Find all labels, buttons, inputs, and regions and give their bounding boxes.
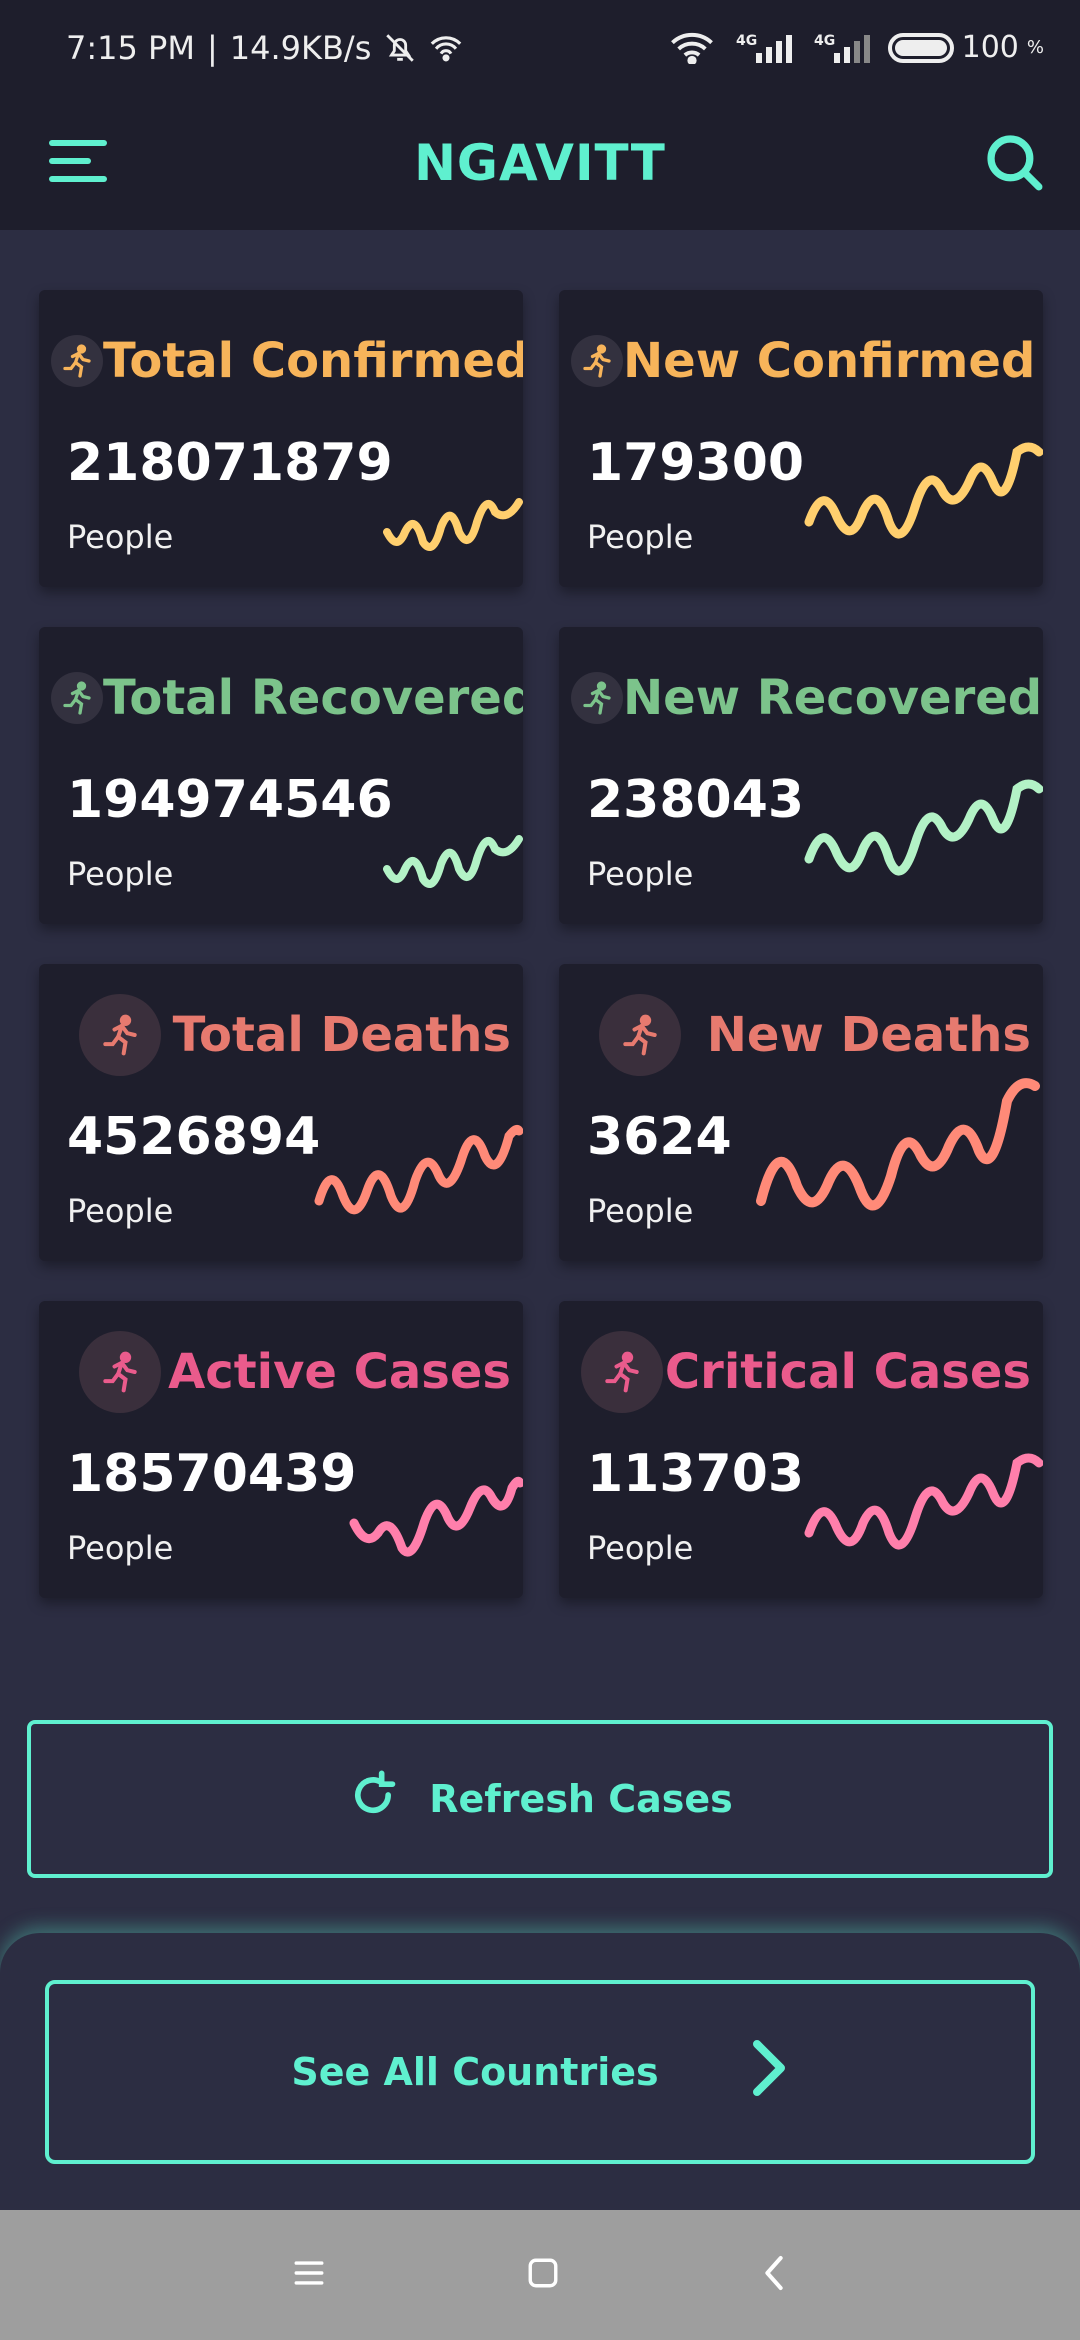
running-person-icon <box>51 672 103 724</box>
wifi-icon <box>670 32 714 64</box>
home-icon[interactable] <box>526 2256 560 2294</box>
chevron-right-icon <box>749 2038 789 2107</box>
refresh-label: Refresh Cases <box>429 1777 733 1821</box>
card-unit: People <box>67 518 174 556</box>
card-title: Total Confirmed <box>103 333 523 389</box>
recent-apps-icon[interactable] <box>292 2258 326 2292</box>
sparkline <box>349 1476 523 1557</box>
status-time: 7:15 PM <box>66 28 195 67</box>
card-title: Total Recovered <box>103 670 523 726</box>
back-icon[interactable] <box>760 2253 788 2297</box>
sparkline <box>804 779 1043 876</box>
card-new-recovered[interactable]: New Recovered 238043 People <box>559 627 1043 924</box>
running-person-icon <box>79 1331 161 1413</box>
sparkline <box>804 1453 1043 1550</box>
see-all-countries-button[interactable]: See All Countries <box>45 1980 1035 2164</box>
running-person-icon <box>571 335 623 387</box>
sparkline <box>383 498 523 551</box>
card-new-deaths[interactable]: New Deaths 3624 People <box>559 964 1043 1261</box>
search-icon[interactable] <box>982 130 1044 196</box>
card-critical-cases[interactable]: Critical Cases 113703 People <box>559 1301 1043 1598</box>
see-all-countries-label: See All Countries <box>291 2050 659 2094</box>
refresh-cases-button[interactable]: Refresh Cases <box>27 1720 1053 1878</box>
hamburger-icon[interactable] <box>48 136 108 190</box>
card-total-recovered[interactable]: Total Recovered 194974546 People <box>39 627 523 924</box>
signal-4g-icon-2: 4G <box>810 31 870 65</box>
running-person-icon <box>581 1331 663 1413</box>
card-unit: People <box>587 518 694 556</box>
card-title: Active Cases <box>168 1344 511 1400</box>
card-unit: People <box>67 855 174 893</box>
app-title: NGAVITT <box>414 133 666 192</box>
card-title: New Confirmed <box>623 333 1036 389</box>
sparkline <box>314 1124 523 1215</box>
network-label: 4G <box>736 33 757 49</box>
card-value: 3624 <box>587 1107 732 1167</box>
hotspot-icon <box>429 33 463 63</box>
battery-icon <box>887 32 954 63</box>
running-person-icon <box>51 335 103 387</box>
status-left: 7:15 PM | 14.9KB/s <box>66 29 463 67</box>
status-right: 4G 4G 100 % <box>670 30 1044 65</box>
card-active-cases[interactable]: Active Cases 18570439 People <box>39 1301 523 1598</box>
card-unit: People <box>587 1192 694 1230</box>
battery-percent: 100 <box>961 30 1019 65</box>
card-title: Total Deaths <box>172 1007 511 1063</box>
card-total-deaths[interactable]: Total Deaths 4526894 People <box>39 964 523 1261</box>
card-unit: People <box>587 1529 694 1567</box>
system-nav-bar <box>0 2210 1080 2340</box>
running-person-icon <box>599 994 681 1076</box>
stats-grid: Total Confirmed 218071879 People New Con… <box>39 290 1043 1598</box>
status-separator: | <box>206 28 218 67</box>
card-new-confirmed[interactable]: New Confirmed 179300 People <box>559 290 1043 587</box>
card-value: 18570439 <box>67 1444 357 1504</box>
card-value: 113703 <box>587 1444 805 1504</box>
card-total-confirmed[interactable]: Total Confirmed 218071879 People <box>39 290 523 587</box>
battery-unit: % <box>1026 37 1044 58</box>
card-title: Critical Cases <box>664 1344 1031 1400</box>
status-speed: 14.9KB/s <box>229 28 372 67</box>
sparkline <box>383 835 523 888</box>
status-bar: 7:15 PM | 14.9KB/s 4G 4G 100 % <box>0 0 1080 95</box>
refresh-icon <box>347 1769 399 1830</box>
card-unit: People <box>587 855 694 893</box>
running-person-icon <box>571 672 623 724</box>
card-value: 194974546 <box>67 770 393 830</box>
bell-off-icon <box>383 31 417 65</box>
card-title: New Recovered <box>623 670 1043 726</box>
card-value: 238043 <box>587 770 805 830</box>
card-value: 4526894 <box>67 1107 321 1167</box>
running-person-icon <box>79 994 161 1076</box>
network-label-2: 4G <box>814 33 835 49</box>
card-unit: People <box>67 1192 174 1230</box>
app-bar: NGAVITT <box>0 95 1080 230</box>
signal-4g-icon: 4G <box>732 31 792 65</box>
sparkline <box>756 1078 1040 1211</box>
card-title: New Deaths <box>706 1007 1031 1063</box>
card-value: 218071879 <box>67 433 393 493</box>
card-value: 179300 <box>587 433 805 493</box>
battery-indicator: 100 % <box>887 30 1044 65</box>
card-unit: People <box>67 1529 174 1567</box>
sparkline <box>804 442 1043 539</box>
